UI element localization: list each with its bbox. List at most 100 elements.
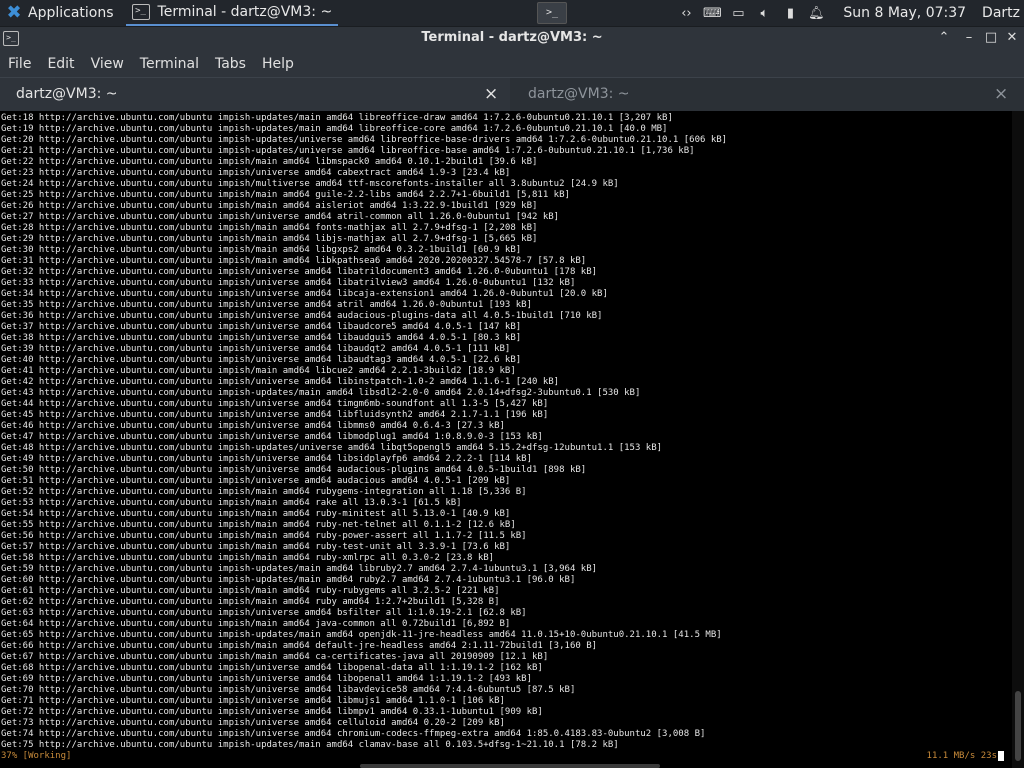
tab-2[interactable]: dartz@VM3: ~ × [512,78,1024,111]
maximize-button[interactable]: □ [982,29,1000,47]
terminal-line: Get:59 http://archive.ubuntu.com/ubuntu … [1,564,598,574]
scrollbar-thumb[interactable] [1015,691,1021,761]
terminal-line: Get:48 http://archive.ubuntu.com/ubuntu … [1,443,663,453]
terminal-line: Get:56 http://archive.ubuntu.com/ubuntu … [1,531,527,541]
system-tray: ‹› ⌨ ▭ 🔈︎ ▮ 🔔︎ Sun 8 May, 07:37 Dartz [673,0,1024,26]
menu-file[interactable]: File [0,56,39,72]
terminal-line: Get:61 http://archive.ubuntu.com/ubuntu … [1,586,500,596]
taskbar-item-terminal[interactable]: >_ Terminal - dartz@VM3: ~ [125,0,339,26]
minimize-button[interactable]: – [960,29,978,47]
terminal-line: Get:32 http://archive.ubuntu.com/ubuntu … [1,267,598,277]
terminal-line: Get:68 http://archive.ubuntu.com/ubuntu … [1,663,543,673]
terminal-line: Get:27 http://archive.ubuntu.com/ubuntu … [1,212,560,222]
terminal-line: Get:35 http://archive.ubuntu.com/ubuntu … [1,300,533,310]
network-arrows-icon[interactable]: ‹› [676,6,696,21]
menu-help[interactable]: Help [254,56,302,72]
menu-bar: File Edit View Terminal Tabs Help [0,50,1024,77]
menu-edit[interactable]: Edit [39,56,82,72]
close-tab-2-icon[interactable]: × [994,84,1008,104]
menu-view[interactable]: View [83,56,132,72]
keyboard-icon[interactable]: ⌨ [702,6,722,21]
menu-tabs[interactable]: Tabs [207,56,254,72]
terminal-line: Get:20 http://archive.ubuntu.com/ubuntu … [1,135,728,145]
terminal-line: Get:33 http://archive.ubuntu.com/ubuntu … [1,278,576,288]
terminal-line: Get:22 http://archive.ubuntu.com/ubuntu … [1,157,538,167]
horizontal-scroll-indicator [360,764,660,768]
vertical-scrollbar[interactable] [1012,111,1024,768]
terminal-line: Get:19 http://archive.ubuntu.com/ubuntu … [1,124,668,134]
terminal-line: Get:42 http://archive.ubuntu.com/ubuntu … [1,377,560,387]
tab-bar: dartz@VM3: ~ × dartz@VM3: ~ × [0,77,1024,111]
terminal-line: Get:37 http://archive.ubuntu.com/ubuntu … [1,322,522,332]
terminal-line: Get:31 http://archive.ubuntu.com/ubuntu … [1,256,587,266]
top-panel: ✖ Applications >_ Terminal - dartz@VM3: … [0,0,1024,26]
terminal-line: Get:44 http://archive.ubuntu.com/ubuntu … [1,399,549,409]
terminal-line: Get:38 http://archive.ubuntu.com/ubuntu … [1,333,522,343]
terminal-line: Get:58 http://archive.ubuntu.com/ubuntu … [1,553,495,563]
terminal-output[interactable]: Get:18 http://archive.ubuntu.com/ubuntu … [0,111,1012,768]
terminal-line: Get:52 http://archive.ubuntu.com/ubuntu … [1,487,527,497]
terminal-line: Get:65 http://archive.ubuntu.com/ubuntu … [1,630,722,640]
terminal-line: Get:45 http://archive.ubuntu.com/ubuntu … [1,410,549,420]
terminal-line: Get:69 http://archive.ubuntu.com/ubuntu … [1,674,533,684]
terminal-line: Get:47 http://archive.ubuntu.com/ubuntu … [1,432,543,442]
volume-icon[interactable]: 🔈︎ [754,6,774,21]
terminal-line: Get:29 http://archive.ubuntu.com/ubuntu … [1,234,538,244]
window-menu-chevron-icon[interactable]: ⌃ [935,29,953,47]
terminal-line: Get:25 http://archive.ubuntu.com/ubuntu … [1,190,570,200]
terminal-line: Get:28 http://archive.ubuntu.com/ubuntu … [1,223,538,233]
terminal-line: Get:60 http://archive.ubuntu.com/ubuntu … [1,575,576,585]
terminal-line: Get:63 http://archive.ubuntu.com/ubuntu … [1,608,527,618]
terminal-line: Get:49 http://archive.ubuntu.com/ubuntu … [1,454,533,464]
terminal-line: Get:73 http://archive.ubuntu.com/ubuntu … [1,718,505,728]
terminal-line: Get:46 http://archive.ubuntu.com/ubuntu … [1,421,505,431]
terminal-line: Get:21 http://archive.ubuntu.com/ubuntu … [1,146,695,156]
terminal-line: Get:70 http://archive.ubuntu.com/ubuntu … [1,685,576,695]
user-menu[interactable]: Dartz [982,5,1020,21]
terminal-line: Get:67 http://archive.ubuntu.com/ubuntu … [1,652,549,662]
terminal-line: Get:36 http://archive.ubuntu.com/ubuntu … [1,311,603,321]
terminal-line: Get:66 http://archive.ubuntu.com/ubuntu … [1,641,598,651]
close-tab-1-icon[interactable]: × [484,84,498,104]
terminal-line: Get:50 http://archive.ubuntu.com/ubuntu … [1,465,587,475]
terminal-line: Get:62 http://archive.ubuntu.com/ubuntu … [1,597,500,607]
terminal-line: Get:51 http://archive.ubuntu.com/ubuntu … [1,476,511,486]
tab-label: dartz@VM3: ~ [16,86,118,102]
download-rate-text: 11.1 MB/s 23s [926,751,997,761]
terminal-line: Get:18 http://archive.ubuntu.com/ubuntu … [1,113,673,123]
terminal-line: Get:34 http://archive.ubuntu.com/ubuntu … [1,289,608,299]
notification-bell-icon[interactable]: 🔔︎ [806,6,826,21]
terminal-launcher-button[interactable]: >_ [537,2,567,24]
terminal-line: Get:55 http://archive.ubuntu.com/ubuntu … [1,520,516,530]
text-cursor [998,751,1004,761]
applications-menu-button[interactable]: ✖ Applications [0,0,114,26]
tab-label: dartz@VM3: ~ [528,86,630,102]
close-window-button[interactable]: ✕ [1003,29,1021,47]
terminal-line: Get:75 http://archive.ubuntu.com/ubuntu … [1,740,619,750]
apt-progress-status: 37% [Working] [1,751,72,761]
window-title: Terminal - dartz@VM3: ~ [421,30,603,45]
terminal-line: Get:24 http://archive.ubuntu.com/ubuntu … [1,179,619,189]
terminal-line: Get:64 http://archive.ubuntu.com/ubuntu … [1,619,511,629]
terminal-line: Get:41 http://archive.ubuntu.com/ubuntu … [1,366,516,376]
clock[interactable]: Sun 8 May, 07:37 [843,5,966,21]
terminal-line: Get:39 http://archive.ubuntu.com/ubuntu … [1,344,511,354]
apt-download-rate: 11.1 MB/s 23s [927,751,1004,762]
terminal-line: Get:30 http://archive.ubuntu.com/ubuntu … [1,245,522,255]
terminal-line: Get:54 http://archive.ubuntu.com/ubuntu … [1,509,511,519]
menu-terminal[interactable]: Terminal [132,56,207,72]
battery-icon[interactable]: ▮ [780,6,800,21]
taskbar-item-label: Terminal - dartz@VM3: ~ [157,4,333,20]
terminal-line: Get:72 http://archive.ubuntu.com/ubuntu … [1,707,543,717]
terminal-line: Get:53 http://archive.ubuntu.com/ubuntu … [1,498,462,508]
terminal-icon: >_ [131,4,150,20]
terminal-line: Get:40 http://archive.ubuntu.com/ubuntu … [1,355,522,365]
applications-label: Applications [28,5,114,21]
tab-1[interactable]: dartz@VM3: ~ × [0,78,510,111]
terminal-line: Get:74 http://archive.ubuntu.com/ubuntu … [1,729,706,739]
terminal-line: Get:43 http://archive.ubuntu.com/ubuntu … [1,388,641,398]
terminal-line: Get:23 http://archive.ubuntu.com/ubuntu … [1,168,511,178]
window-titlebar[interactable]: >_ Terminal - dartz@VM3: ~ ⌃ – □ ✕ [0,26,1024,50]
terminal-line: Get:26 http://archive.ubuntu.com/ubuntu … [1,201,538,211]
display-icon[interactable]: ▭ [728,6,748,21]
